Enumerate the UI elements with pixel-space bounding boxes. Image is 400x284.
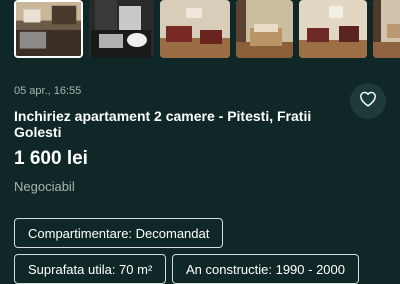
thumbnail-bedroom[interactable] — [236, 0, 293, 58]
listing-price: 1 600 lei — [14, 148, 88, 169]
listing-title: Inchiriez apartament 2 camere - Pitesti,… — [14, 108, 312, 140]
listing-date: 05 apr., 16:55 — [14, 85, 82, 97]
tag-usable-area: Suprafata utila: 70 m² — [14, 254, 167, 284]
tag-partitioning: Compartimentare: Decomandat — [14, 218, 224, 248]
thumbnail-bathroom[interactable] — [89, 0, 154, 58]
thumbnail-room[interactable] — [373, 0, 400, 58]
thumbnail-living-room-2[interactable] — [299, 0, 367, 58]
tag-construction-year: An constructie: 1990 - 2000 — [172, 254, 359, 284]
negotiable-label: Negociabil — [14, 179, 75, 194]
photo-gallery[interactable] — [0, 0, 400, 60]
thumbnail-kitchen[interactable] — [14, 0, 83, 58]
heart-icon — [359, 91, 377, 112]
thumbnail-living-room[interactable] — [160, 0, 230, 58]
favorite-button[interactable] — [350, 83, 386, 119]
